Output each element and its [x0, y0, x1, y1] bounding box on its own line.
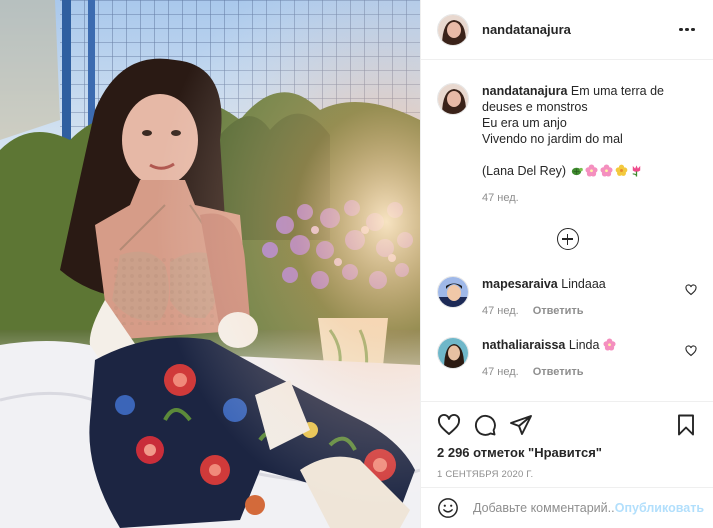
reply-button[interactable]: Ответить: [533, 364, 584, 380]
blossom-emoji: [615, 164, 627, 176]
commenter-avatar[interactable]: [437, 276, 469, 308]
author-username[interactable]: nandatanajura: [482, 22, 675, 37]
tulip-emoji: [631, 165, 640, 177]
post-caption: nandatanajura Em uma terra de deuses e m…: [437, 83, 698, 206]
add-comment-bar: Опубликовать: [421, 487, 713, 528]
comment-like-heart-icon[interactable]: [685, 345, 697, 357]
cherry-blossom-emoji: [603, 338, 616, 351]
reply-button[interactable]: Ответить: [533, 303, 584, 319]
bookmark-icon[interactable]: [674, 413, 698, 437]
post-photo[interactable]: [0, 0, 420, 528]
comment-input[interactable]: [473, 501, 615, 515]
comment-item: mapesaraiva Lindaaa 47 нед. Ответить: [437, 276, 698, 319]
comment-username[interactable]: nathaliaraissa: [482, 338, 565, 352]
publish-button[interactable]: Опубликовать: [615, 501, 704, 515]
caption-avatar[interactable]: [437, 83, 469, 115]
turtle-emoji: [571, 167, 583, 176]
cherry-blossom-emoji: [585, 164, 598, 177]
load-more-comments: [437, 228, 698, 250]
comment-text: Lindaaa: [561, 277, 606, 291]
comment-icon[interactable]: [473, 413, 497, 437]
more-options-icon[interactable]: [675, 18, 699, 42]
comment-item: nathaliaraissa Linda 47 нед. Ответить: [437, 337, 698, 380]
author-avatar[interactable]: [437, 13, 469, 46]
post-header: nandatanajura: [421, 0, 713, 60]
caption-emojis: [570, 164, 645, 178]
plus-circle-icon[interactable]: [556, 228, 579, 250]
paper-plane-icon[interactable]: [509, 413, 533, 437]
photo-illustration: [0, 0, 420, 528]
comment-like-heart-icon[interactable]: [685, 284, 697, 296]
emoji-smile-icon[interactable]: [437, 497, 459, 519]
comment-username[interactable]: mapesaraiva: [482, 277, 558, 291]
caption-username[interactable]: nandatanajura: [482, 84, 567, 98]
comment-text: Linda: [568, 338, 600, 352]
post-date[interactable]: 1 СЕНТЯБРЯ 2020 Г.: [437, 469, 698, 480]
caption-time[interactable]: 47 нед.: [482, 190, 519, 206]
comments-list: nandatanajura Em uma terra de deuses e m…: [421, 61, 713, 401]
comment-time[interactable]: 47 нед.: [482, 364, 519, 380]
cherry-blossom-emoji: [600, 164, 613, 177]
commenter-avatar[interactable]: [437, 337, 469, 369]
likes-count[interactable]: 2 296 отметок "Нравится": [437, 445, 698, 460]
action-bar: [437, 408, 698, 442]
post-side-panel: nandatanajura nandatanajura Em uma terra…: [420, 0, 713, 528]
comment-time[interactable]: 47 нед.: [482, 303, 519, 319]
post-actions: 2 296 отметок "Нравится" 1 СЕНТЯБРЯ 2020…: [421, 401, 713, 487]
heart-icon[interactable]: [437, 413, 461, 437]
